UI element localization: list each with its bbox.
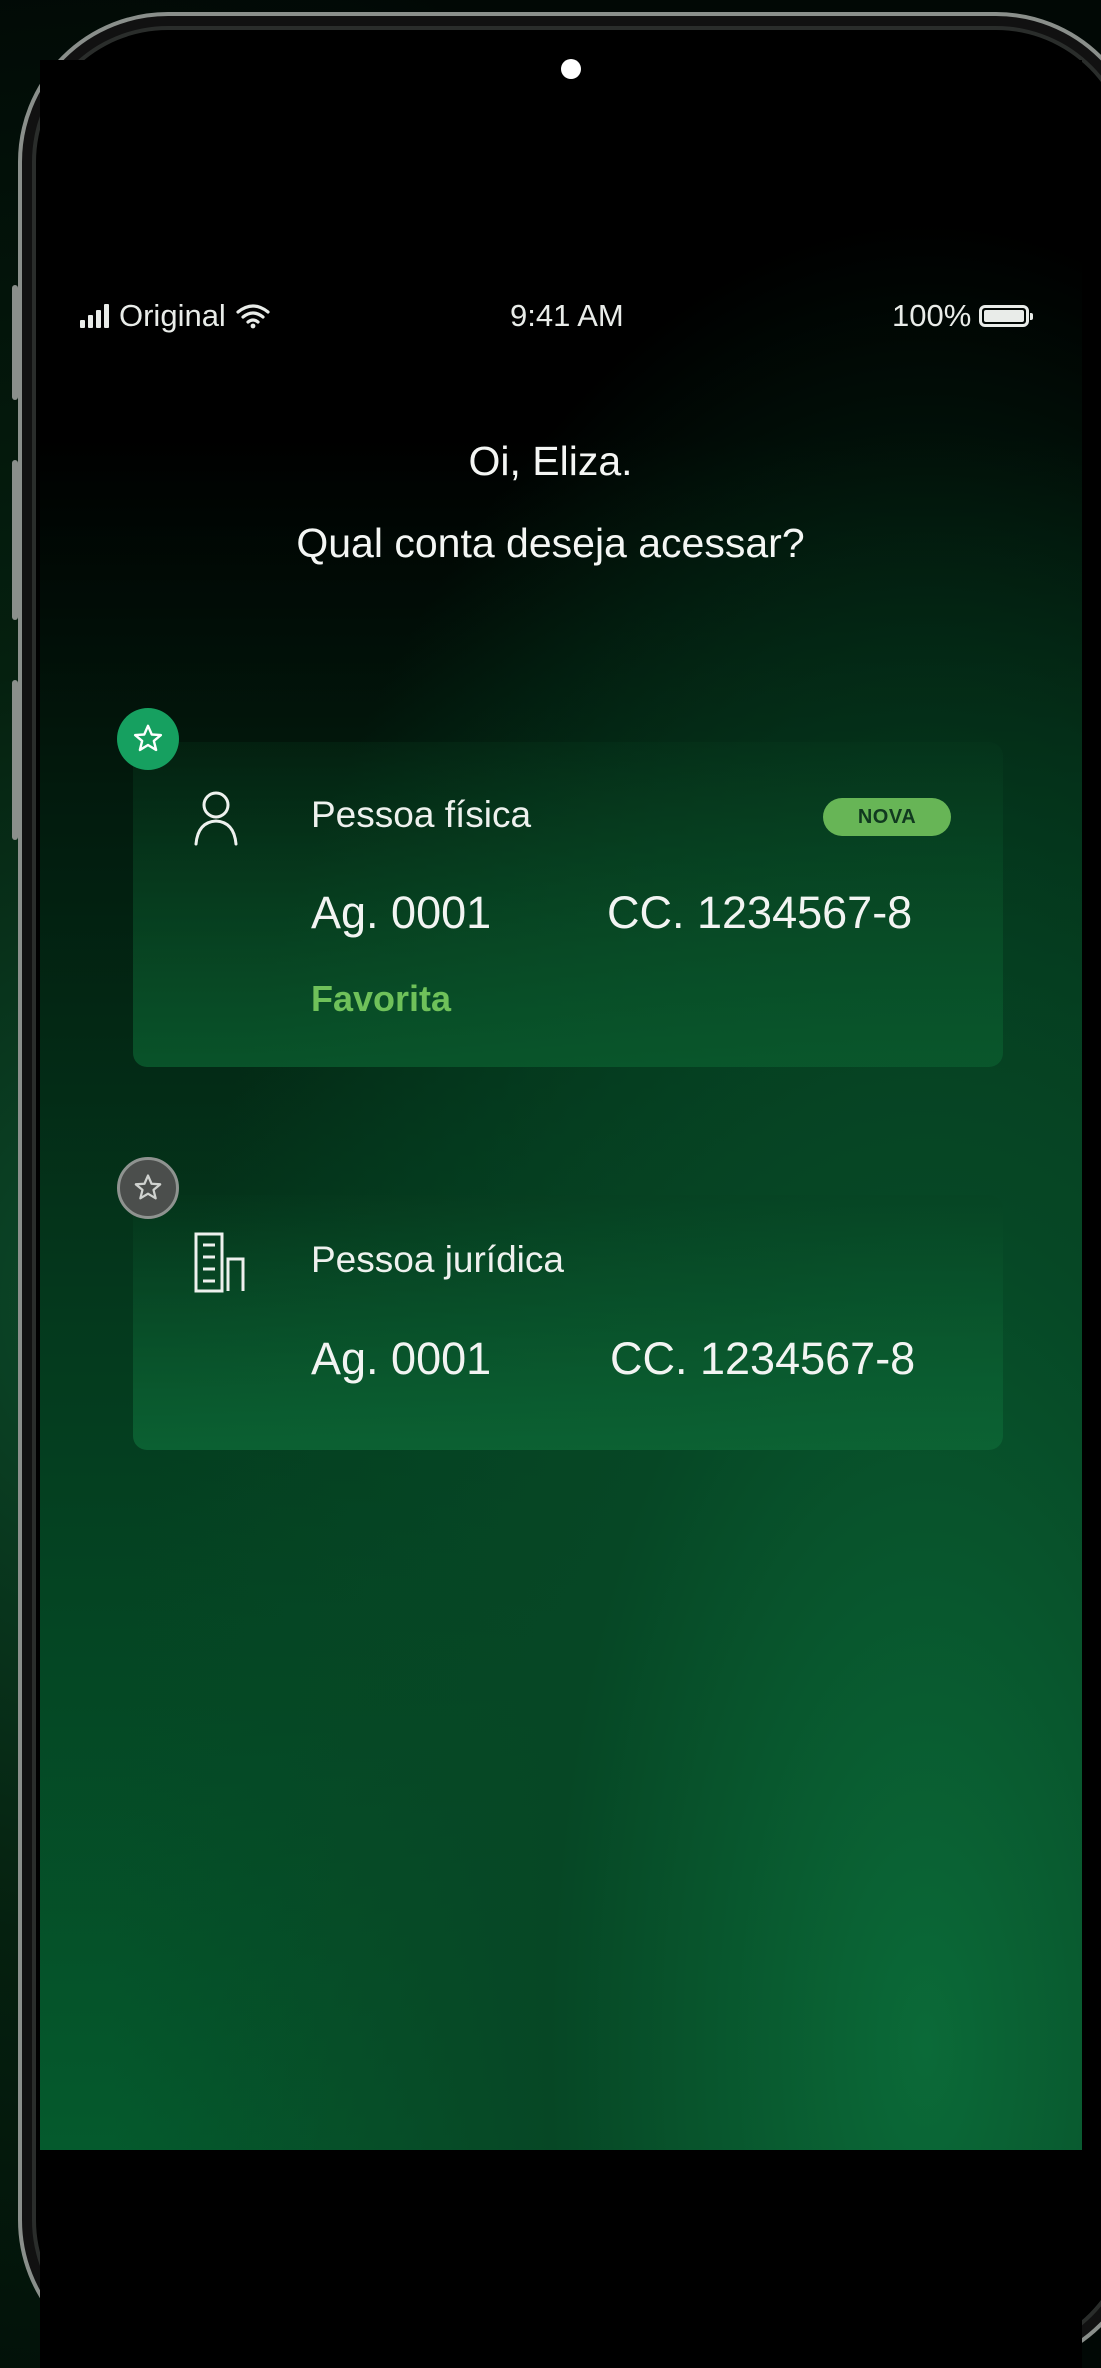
new-badge: NOVA [823, 798, 951, 836]
star-icon [133, 724, 163, 752]
status-left: Original [80, 298, 270, 334]
app-screen [40, 60, 1082, 2150]
greeting-name: Oi, Eliza. [468, 438, 633, 484]
unfavorite-star-icon[interactable] [117, 1157, 179, 1219]
star-icon [134, 1174, 162, 1200]
status-time: 9:41 AM [510, 298, 624, 333]
building-icon [194, 1232, 245, 1293]
phone-volume-down [12, 680, 18, 840]
account-type-label: Pessoa jurídica [311, 1239, 564, 1280]
battery-percent: 100% [892, 298, 972, 333]
status-right: 100% [892, 298, 1034, 334]
agency-number: Ag. 0001 [311, 887, 492, 938]
favorite-label: Favorita [311, 978, 452, 1019]
wifi-icon [236, 304, 270, 329]
signal-icon [80, 304, 109, 328]
person-icon [194, 791, 238, 846]
battery-icon [979, 305, 1034, 327]
account-number: CC. 1234567-8 [607, 887, 913, 938]
camera-dot [561, 59, 581, 79]
account-number: CC. 1234567-8 [610, 1333, 916, 1384]
carrier-name: Original [119, 298, 226, 333]
favorite-star-icon[interactable] [117, 708, 179, 770]
phone-side-button [12, 285, 18, 400]
agency-number: Ag. 0001 [311, 1333, 492, 1384]
greeting: Oi, Eliza. Qual conta deseja acessar? [0, 420, 1101, 584]
home-area [40, 2150, 1082, 2368]
account-card-business[interactable]: Pessoa jurídica Ag. 0001 CC. 1234567-8 [133, 1195, 1003, 1450]
page-background: Original 9:41 AM 100% Oi, Eliza. Qual co… [0, 0, 1101, 2368]
account-type-label: Pessoa física [311, 794, 532, 835]
status-bar: Original 9:41 AM 100% [80, 298, 1070, 338]
account-card-personal[interactable]: Pessoa física NOVA Ag. 0001 CC. 1234567-… [133, 742, 1003, 1067]
greeting-question: Qual conta deseja acessar? [296, 520, 805, 566]
